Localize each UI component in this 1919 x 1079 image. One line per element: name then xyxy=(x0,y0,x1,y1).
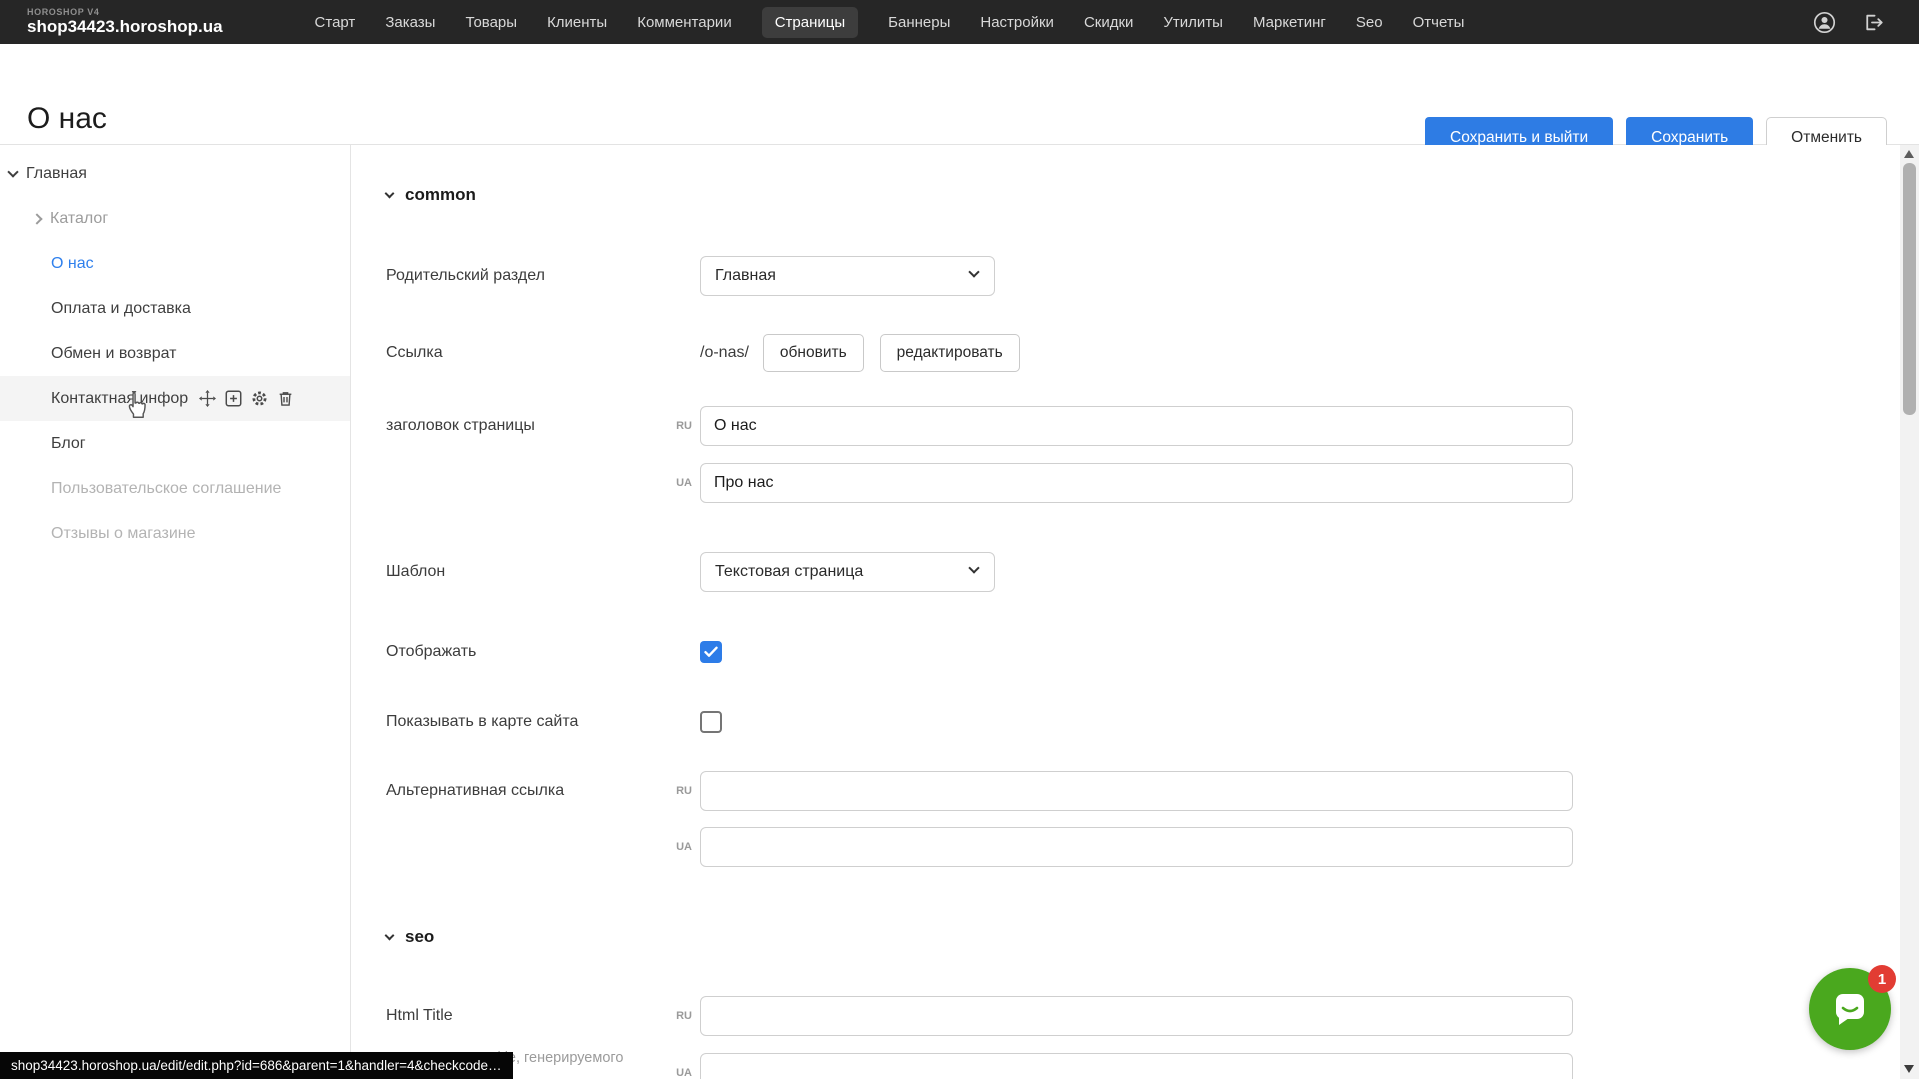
settings-gear-icon[interactable] xyxy=(251,390,268,407)
brand-domain: shop34423.horoshop.ua xyxy=(27,18,223,36)
chevron-down-icon xyxy=(385,930,395,940)
template-select[interactable]: Текстовая страница xyxy=(700,552,995,592)
display-checkbox-checked[interactable] xyxy=(700,641,722,663)
menu-item-products[interactable]: Товары xyxy=(465,14,517,31)
field-label: Шаблон xyxy=(386,563,700,581)
menu-item-start[interactable]: Старт xyxy=(315,14,356,31)
chevron-down-icon xyxy=(385,188,395,198)
field-html-title-ru: Html Title Полная замена title, генериру… xyxy=(386,996,1573,1036)
chat-unread-badge: 1 xyxy=(1868,965,1896,993)
lang-badge-ru: RU xyxy=(666,420,692,432)
tree-item-glavnaya[interactable]: Главная xyxy=(0,151,350,196)
browser-status-bar: shop34423.horoshop.ua/edit/edit.php?id=6… xyxy=(0,1052,513,1079)
menu-item-reports[interactable]: Отчеты xyxy=(1413,14,1465,31)
menu-item-pages[interactable]: Страницы xyxy=(762,7,858,38)
field-label: Ссылка xyxy=(386,344,700,362)
vertical-scrollbar[interactable] xyxy=(1900,145,1919,1079)
tree-item-oplata[interactable]: Оплата и доставка xyxy=(0,286,350,331)
chevron-down-icon xyxy=(968,266,979,277)
pages-tree-sidebar: Главная Каталог О нас Оплата и доставка … xyxy=(0,145,351,1079)
page-title-ru-input[interactable] xyxy=(700,406,1573,446)
tree-item-actions xyxy=(199,390,294,407)
menu-item-marketing[interactable]: Маркетинг xyxy=(1253,14,1326,31)
page: HOROSHOP V4 shop34423.horoshop.ua Старт … xyxy=(0,0,1919,1079)
page-edit-form: common Родительский раздел Главная Ссылк… xyxy=(351,145,1919,1079)
menu-item-clients[interactable]: Клиенты xyxy=(547,14,607,31)
lang-badge-ua: UA xyxy=(666,841,692,853)
edit-link-button[interactable]: редактировать xyxy=(880,334,1020,372)
logout-icon[interactable] xyxy=(1862,12,1883,33)
menu-item-orders[interactable]: Заказы xyxy=(385,14,435,31)
tree-item-kontaktnaya[interactable]: Контактная инфор xyxy=(0,376,350,421)
field-alt-link-ru: Альтернативная ссылка RU xyxy=(386,771,1573,811)
field-label: Родительский раздел xyxy=(386,267,700,285)
add-icon[interactable] xyxy=(225,390,242,407)
lang-badge-ru: RU xyxy=(666,1010,692,1022)
menu-item-settings[interactable]: Настройки xyxy=(980,14,1054,31)
brand-logo[interactable]: HOROSHOP V4 shop34423.horoshop.ua xyxy=(27,8,223,35)
sitemap-checkbox-unchecked[interactable] xyxy=(700,711,722,733)
content-area: Главная Каталог О нас Оплата и доставка … xyxy=(0,145,1919,1079)
html-title-ru-input[interactable] xyxy=(700,996,1573,1036)
top-navigation-bar: HOROSHOP V4 shop34423.horoshop.ua Старт … xyxy=(0,0,1919,44)
field-page-title-ua: UA xyxy=(386,463,1573,503)
field-label: заголовок страницы xyxy=(386,417,666,435)
field-label: Html Title xyxy=(386,1007,666,1025)
field-display: Отображать xyxy=(386,641,722,663)
refresh-link-button[interactable]: обновить xyxy=(763,334,864,372)
lang-badge-ua: UA xyxy=(666,1067,692,1079)
menu-item-seo[interactable]: Seo xyxy=(1356,14,1383,31)
tree-item-blog[interactable]: Блог xyxy=(0,421,350,466)
field-link: Ссылка /o-nas/ обновить редактировать xyxy=(386,334,1036,372)
section-header-common[interactable]: common xyxy=(386,185,476,205)
menu-item-banners[interactable]: Баннеры xyxy=(888,14,950,31)
menu-item-comments[interactable]: Комментарии xyxy=(637,14,731,31)
parent-section-select[interactable]: Главная xyxy=(700,256,995,296)
lang-badge-ua: UA xyxy=(666,477,692,489)
page-header: О нас Сохранить и выйти Сохранить Отмени… xyxy=(0,44,1919,145)
tree-item-o-nas[interactable]: О нас xyxy=(0,241,350,286)
chat-bubble-icon xyxy=(1828,988,1872,1030)
tree-item-polzovatelskoe[interactable]: Пользовательское соглашение xyxy=(0,466,350,511)
tree-item-otzyvy[interactable]: Отзывы о магазине xyxy=(0,511,350,556)
field-sitemap: Показывать в карте сайта xyxy=(386,711,722,733)
link-path-value: /o-nas/ xyxy=(700,344,749,362)
alt-link-ru-input[interactable] xyxy=(700,771,1573,811)
field-label: Показывать в карте сайта xyxy=(386,713,700,731)
field-parent-section: Родительский раздел Главная xyxy=(386,256,995,296)
field-template: Шаблон Текстовая страница xyxy=(386,552,995,592)
page-title-ua-input[interactable] xyxy=(700,463,1573,503)
tree-item-obmen[interactable]: Обмен и возврат xyxy=(0,331,350,376)
scrollbar-thumb[interactable] xyxy=(1903,163,1916,415)
html-title-ua-input[interactable] xyxy=(700,1053,1573,1079)
move-icon[interactable] xyxy=(199,390,216,407)
lang-badge-ru: RU xyxy=(666,785,692,797)
field-page-title-ru: заголовок страницы RU xyxy=(386,406,1573,446)
account-icon[interactable] xyxy=(1813,11,1836,34)
field-alt-link-ua: UA xyxy=(386,827,1573,867)
scroll-down-arrow[interactable] xyxy=(1904,1065,1914,1073)
tree-item-katalog[interactable]: Каталог xyxy=(0,196,350,241)
scroll-up-arrow[interactable] xyxy=(1904,150,1914,158)
field-label: Отображать xyxy=(386,643,700,661)
chevron-right-icon[interactable] xyxy=(31,213,42,224)
menu-item-utilities[interactable]: Утилиты xyxy=(1163,14,1223,31)
field-label: Альтернативная ссылка xyxy=(386,782,666,800)
alt-link-ua-input[interactable] xyxy=(700,827,1573,867)
chevron-down-icon xyxy=(968,562,979,573)
field-html-title-ua: UA xyxy=(386,1053,1573,1079)
section-header-seo[interactable]: seo xyxy=(386,927,434,947)
chevron-down-icon[interactable] xyxy=(7,166,18,177)
top-menu: Старт Заказы Товары Клиенты Комментарии … xyxy=(315,7,1465,38)
delete-trash-icon[interactable] xyxy=(277,390,294,407)
menu-item-discounts[interactable]: Скидки xyxy=(1084,14,1133,31)
topbar-icons xyxy=(1813,11,1883,34)
page-title: О нас xyxy=(27,102,107,136)
